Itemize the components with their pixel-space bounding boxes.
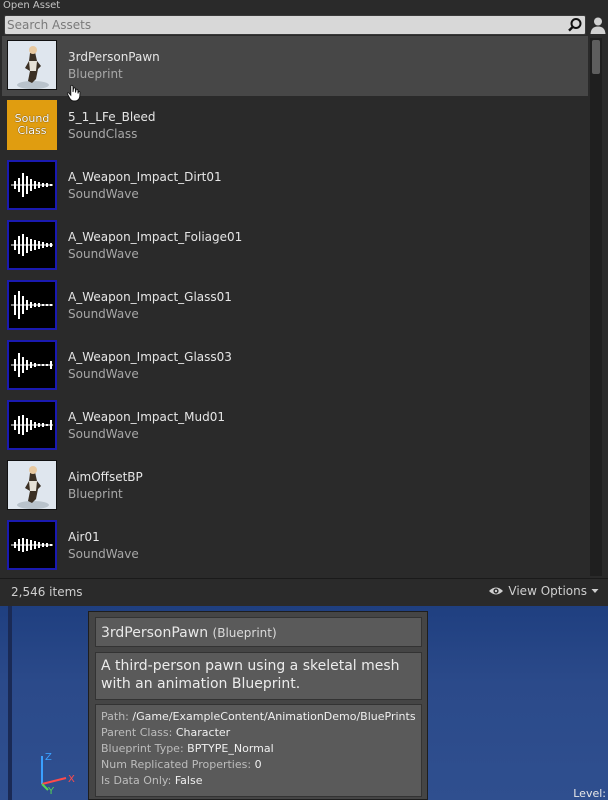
view-options-label: View Options: [508, 584, 587, 598]
soundwave-thumbnail: [7, 220, 57, 270]
property-key: Parent Class:: [101, 726, 173, 739]
asset-type: SoundWave: [68, 367, 139, 381]
tooltip-property: Is Data Only: False: [101, 773, 416, 789]
asset-type: SoundWave: [68, 427, 139, 441]
asset-name: Air01: [68, 530, 100, 544]
asset-type: SoundClass: [68, 127, 138, 141]
hand-cursor-icon: [66, 84, 81, 102]
scrollbar-thumb[interactable]: [592, 40, 600, 74]
asset-name: AimOffsetBP: [68, 470, 143, 484]
level-label: Level:: [573, 787, 606, 800]
soundwave-thumbnail: [7, 400, 57, 450]
asset-type: SoundWave: [68, 547, 139, 561]
axis-y-label: Y: [47, 786, 55, 794]
asset-row[interactable]: AimOffsetBP Blueprint: [2, 456, 588, 516]
tooltip-property: Path: /Game/ExampleContent/AnimationDemo…: [101, 709, 416, 725]
asset-row[interactable]: A_Weapon_Impact_Glass03 SoundWave: [2, 336, 588, 396]
asset-name: A_Weapon_Impact_Mud01: [68, 410, 226, 424]
view-options-button[interactable]: View Options: [488, 584, 599, 598]
property-value: False: [174, 774, 203, 787]
asset-type: Blueprint: [68, 67, 123, 81]
caret-down-icon: [591, 589, 599, 593]
asset-name: 5_1_LFe_Bleed: [68, 110, 156, 124]
axis-gizmo: Z X Y: [41, 752, 75, 794]
property-key: Num Replicated Properties:: [101, 758, 252, 771]
search-bar: [4, 15, 586, 35]
eye-icon: [489, 587, 504, 595]
asset-name: A_Weapon_Impact_Foliage01: [68, 230, 243, 244]
axis-x-label: X: [68, 774, 75, 785]
soundwave-thumbnail: [7, 340, 57, 390]
tooltip-properties: Path: /Game/ExampleContent/AnimationDemo…: [95, 704, 422, 797]
open-asset-window: Open Asset 3rdPersonPawn Blueprint Sound C…: [0, 0, 608, 607]
asset-list: 3rdPersonPawn Blueprint Sound Class 5_1_LFe…: [2, 36, 588, 576]
asset-row[interactable]: A_Weapon_Impact_Mud01 SoundWave: [2, 396, 588, 456]
tooltip-header: 3rdPersonPawn (Blueprint): [95, 617, 422, 647]
blueprint-thumbnail: [7, 460, 57, 510]
tooltip-property: Num Replicated Properties: 0: [101, 757, 416, 773]
scrollbar[interactable]: [590, 38, 602, 576]
property-value: BPTYPE_Normal: [187, 742, 274, 755]
property-value: Character: [175, 726, 231, 739]
asset-row[interactable]: Sound Class 5_1_LFe_Bleed SoundClass: [2, 96, 588, 156]
user-icon[interactable]: [588, 15, 608, 35]
asset-type: Blueprint: [68, 487, 123, 501]
asset-type: SoundWave: [68, 247, 139, 261]
asset-row[interactable]: 3rdPersonPawn Blueprint: [2, 36, 588, 96]
search-icon[interactable]: [566, 16, 584, 34]
asset-name: A_Weapon_Impact_Glass01: [68, 290, 232, 304]
tooltip-asset-name: 3rdPersonPawn: [101, 625, 209, 641]
asset-row[interactable]: A_Weapon_Impact_Foliage01 SoundWave: [2, 216, 588, 276]
asset-name: 3rdPersonPawn: [68, 50, 160, 64]
property-key: Is Data Only:: [101, 774, 172, 787]
tooltip-asset-class: (Blueprint): [212, 626, 277, 640]
viewport-edge: [8, 606, 12, 800]
axis-z-label: Z: [45, 752, 52, 763]
asset-row[interactable]: Air01 SoundWave: [2, 516, 588, 576]
blueprint-thumbnail: [7, 40, 57, 90]
soundclass-thumbnail: Sound Class: [7, 100, 57, 150]
window-title: Open Asset: [3, 0, 61, 11]
item-count: 2,546 items: [11, 585, 83, 599]
tooltip-property: Blueprint Type: BPTYPE_Normal: [101, 741, 416, 757]
tooltip-description: A third-person pawn using a skeletal mes…: [101, 658, 400, 692]
asset-footer: 2,546 items View Options: [0, 578, 608, 607]
asset-row[interactable]: A_Weapon_Impact_Glass01 SoundWave: [2, 276, 588, 336]
asset-tooltip: 3rdPersonPawn (Blueprint) A third-person…: [88, 611, 428, 800]
asset-type: SoundWave: [68, 307, 139, 321]
asset-name: A_Weapon_Impact_Dirt01: [68, 170, 222, 184]
tooltip-description-box: A third-person pawn using a skeletal mes…: [95, 652, 422, 700]
soundwave-thumbnail: [7, 160, 57, 210]
property-key: Blueprint Type:: [101, 742, 184, 755]
property-value: 0: [254, 758, 262, 771]
property-key: Path:: [101, 710, 129, 723]
soundclass-thumbnail-label: Sound Class: [14, 112, 50, 137]
soundwave-thumbnail: [7, 520, 57, 570]
tooltip-title: 3rdPersonPawn (Blueprint): [101, 625, 277, 641]
soundwave-thumbnail: [7, 280, 57, 330]
asset-row[interactable]: A_Weapon_Impact_Dirt01 SoundWave: [2, 156, 588, 216]
asset-name: A_Weapon_Impact_Glass03: [68, 350, 232, 364]
asset-type: SoundWave: [68, 187, 139, 201]
search-input[interactable]: [7, 16, 563, 34]
tooltip-property: Parent Class: Character: [101, 725, 416, 741]
property-value: /Game/ExampleContent/AnimationDemo/BlueP…: [132, 710, 416, 723]
